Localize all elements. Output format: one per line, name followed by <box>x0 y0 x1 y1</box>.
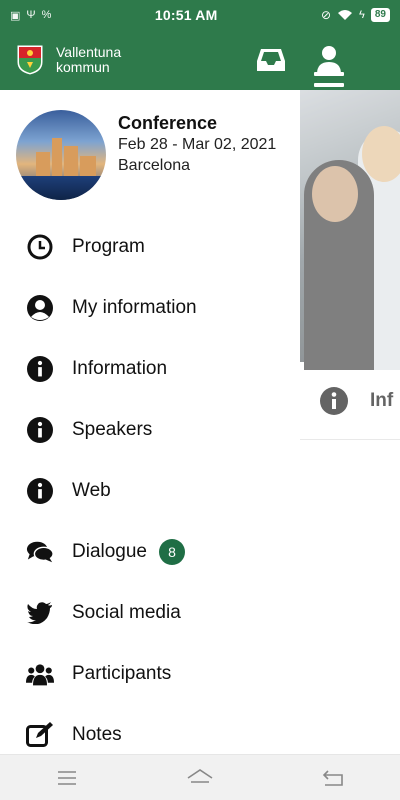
comments-icon <box>26 538 54 566</box>
wifi-icon <box>338 10 353 20</box>
user-circle-icon <box>26 294 54 322</box>
conference-title: Conference <box>118 113 218 133</box>
menu-item-label: Program <box>72 235 145 257</box>
notification-badge: 8 <box>159 538 185 565</box>
back-button[interactable] <box>313 763 353 793</box>
brand-name: Vallentuna kommun <box>56 45 121 75</box>
menu-item-label: Speakers <box>72 418 153 440</box>
status-left-icons: ▣ Ψ % <box>10 9 51 22</box>
info-icon <box>26 416 54 444</box>
mute-icon: ⊘ <box>320 8 332 22</box>
menu-item-label: Notes <box>72 723 122 745</box>
header-actions <box>256 45 344 75</box>
battery-level: 89 <box>370 8 390 22</box>
info-icon <box>26 355 54 383</box>
clock-icon <box>26 233 54 261</box>
info-icon <box>26 477 54 505</box>
charging-icon: ϟ <box>359 9 365 21</box>
menu-item-web[interactable]: Web <box>0 460 300 521</box>
recent-apps-button[interactable] <box>47 763 87 793</box>
conference-card[interactable]: Conference Feb 28 - Mar 02, 2021 Barcelo… <box>0 90 300 210</box>
conference-dates: Feb 28 - Mar 02, 2021 <box>118 136 277 153</box>
logo[interactable]: Vallentuna kommun <box>0 44 200 76</box>
status-time: 10:51 AM <box>154 7 218 23</box>
edit-icon <box>26 721 54 749</box>
menu-item-program[interactable]: Program <box>0 216 300 277</box>
excel-icon: ▣ <box>10 9 21 22</box>
conference-info: Conference Feb 28 - Mar 02, 2021 Barcelo… <box>118 112 298 175</box>
drawer-scrim[interactable] <box>300 90 400 754</box>
menu-item-social-media[interactable]: Social media <box>0 582 300 643</box>
navigation-drawer: Conference Feb 28 - Mar 02, 2021 Barcelo… <box>0 90 300 754</box>
users-icon <box>26 660 54 688</box>
menu-item-dialogue[interactable]: Dialogue 8 <box>0 521 300 582</box>
home-button[interactable] <box>180 763 220 793</box>
menu-item-label: Web <box>72 479 111 501</box>
system-nav-bar <box>0 754 400 800</box>
conference-photo <box>16 110 106 200</box>
menu-item-label: Information <box>72 357 168 379</box>
drawer-menu: Program My information Information Speak… <box>0 216 300 754</box>
menu-item-my-information[interactable]: My information <box>0 277 300 338</box>
brand-line2: kommun <box>56 59 110 75</box>
municipal-crest-icon <box>16 44 44 76</box>
menu-item-label: My information <box>72 296 197 318</box>
twitter-icon <box>26 599 54 627</box>
status-bar: ▣ Ψ % 10:51 AM ⊘ ϟ 89 <box>0 0 400 30</box>
inbox-icon[interactable] <box>256 45 286 75</box>
menu-item-label: Social media <box>72 601 181 623</box>
percent-icon: % <box>41 9 52 21</box>
menu-item-speakers[interactable]: Speakers <box>0 399 300 460</box>
menu-item-label: Participants <box>72 662 172 684</box>
menu-item-label: Dialogue <box>72 540 147 562</box>
status-right-icons: ⊘ ϟ 89 <box>321 8 390 22</box>
usb-icon: Ψ <box>26 9 36 21</box>
conference-location: Barcelona <box>118 157 191 174</box>
menu-item-notes[interactable]: Notes <box>0 704 300 754</box>
menu-item-participants[interactable]: Participants <box>0 643 300 704</box>
app-header: Vallentuna kommun <box>0 30 400 98</box>
menu-item-information[interactable]: Information <box>0 338 300 399</box>
user-icon[interactable] <box>314 45 344 75</box>
brand-line1: Vallentuna <box>56 44 122 60</box>
